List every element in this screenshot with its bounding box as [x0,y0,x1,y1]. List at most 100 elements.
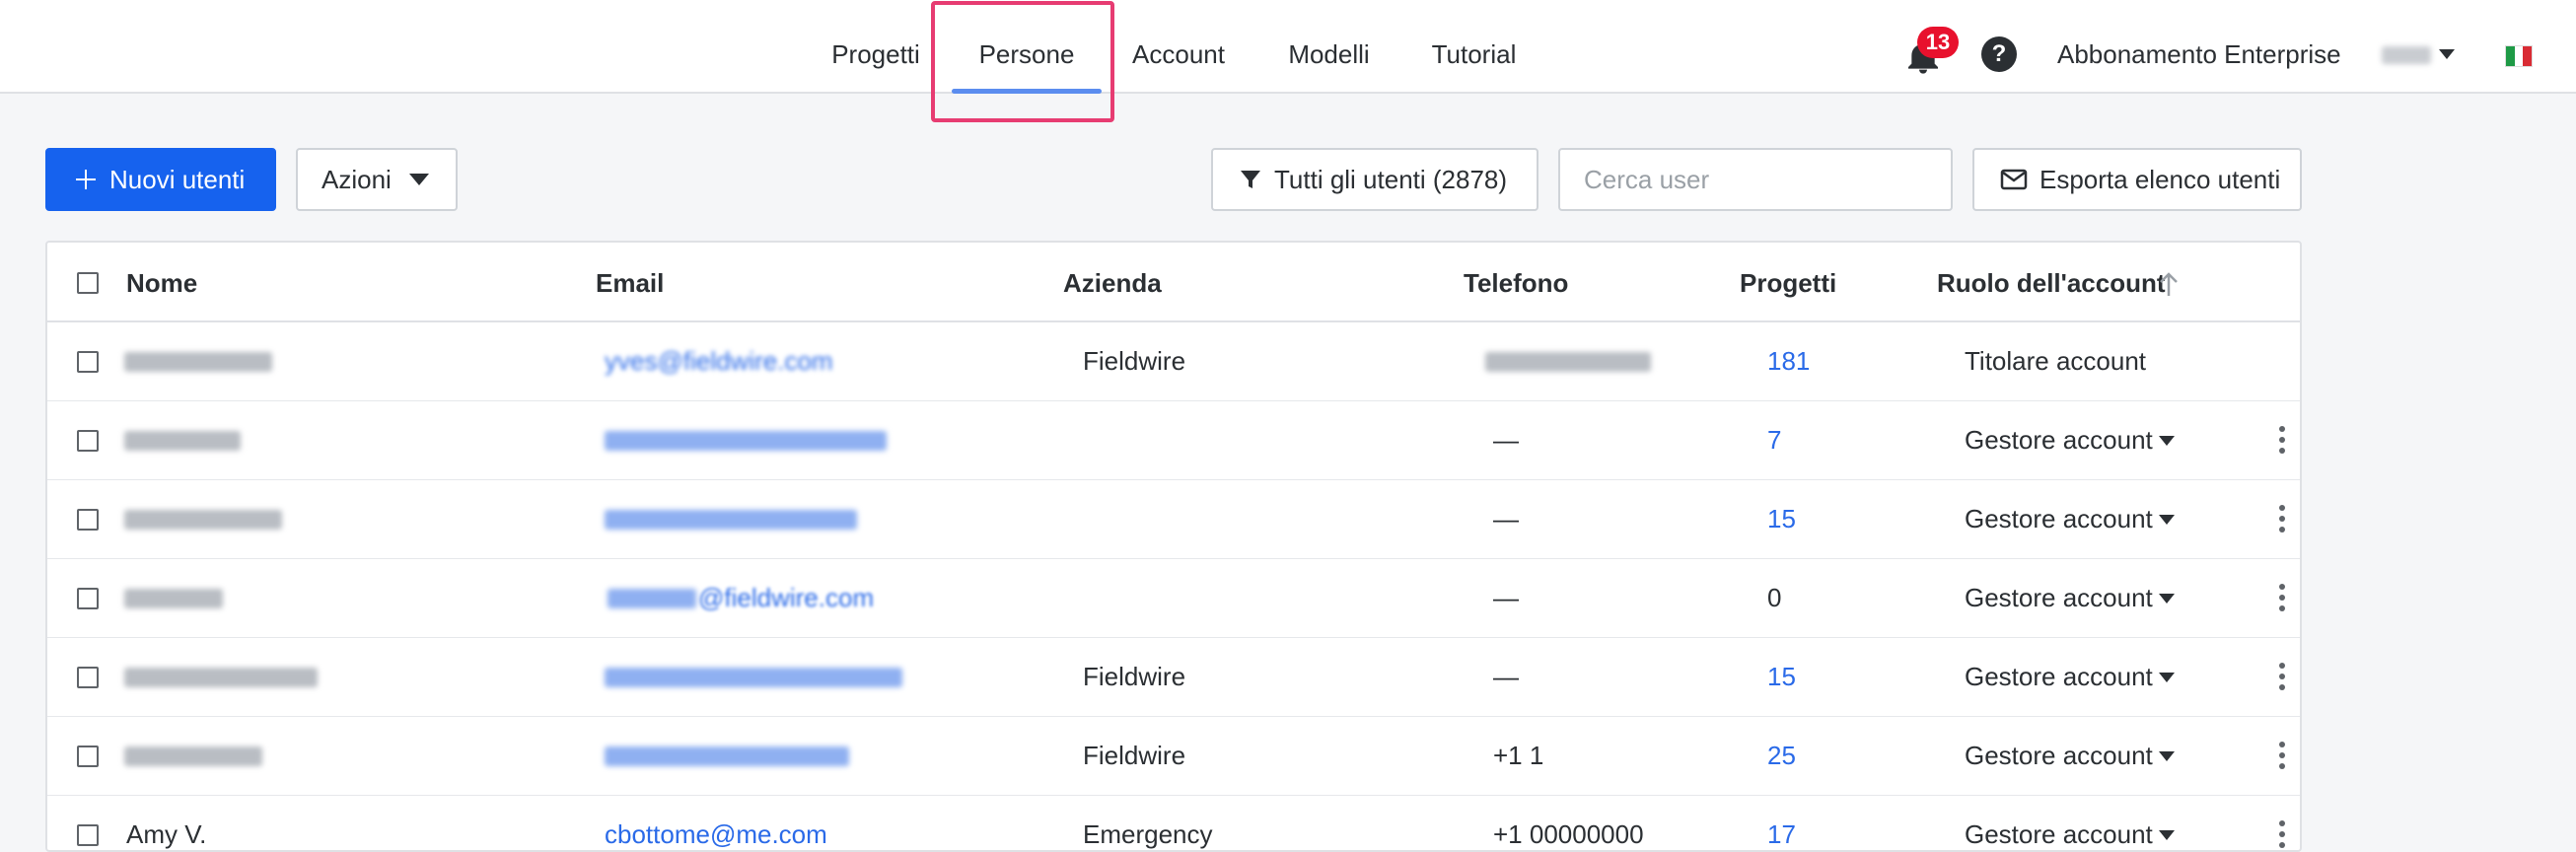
user-email[interactable]: cbottome@me.com [605,819,827,850]
user-phone: — [1493,662,1519,691]
row-actions-kebab-icon[interactable] [2272,502,2292,537]
filter-icon [1241,171,1260,188]
user-name-redacted [124,352,272,372]
active-tab-indicator [952,89,1102,94]
table-row[interactable]: Amy V. cbottome@me.com Emergency +1 0000… [47,796,2300,850]
tab-account[interactable]: Account [1129,0,1228,94]
tab-label: Progetti [831,39,920,69]
role-label: Gestore account [1965,425,2153,455]
table-row[interactable]: Fieldwire +1 1 25 Gestore account [47,717,2300,796]
role-label: Titolare account [1965,346,2147,376]
table-row[interactable]: — 15 Gestore account [47,480,2300,559]
tab-modelli[interactable]: Modelli [1282,0,1376,94]
user-projects-count: 0 [1767,583,1782,612]
table-row[interactable]: Fieldwire — 15 Gestore account [47,638,2300,717]
user-name-redacted [124,668,318,687]
row-checkbox[interactable] [77,667,99,688]
subscription-link[interactable]: Abbonamento Enterprise [2057,39,2341,70]
user-filter-button[interactable]: Tutti gli utenti (2878) [1211,148,1538,211]
user-projects-count[interactable]: 17 [1767,819,1796,850]
user-email-redacted[interactable] [605,510,857,530]
tab-label: Account [1132,39,1225,69]
caret-down-icon [2158,593,2175,604]
caret-down-icon [2158,435,2175,446]
tab-progetti[interactable]: Progetti [826,0,925,94]
users-table: Nome Email Azienda Telefono Progetti Ruo… [45,241,2302,852]
role-label: Gestore account [1965,662,2153,691]
user-projects-count[interactable]: 7 [1767,425,1781,456]
user-email[interactable]: yves@fieldwire.com [605,346,833,377]
tab-tutorial[interactable]: Tutorial [1427,0,1521,94]
user-projects-count[interactable]: 181 [1767,346,1810,377]
user-projects-count[interactable]: 15 [1767,662,1796,692]
table-row[interactable]: — 7 Gestore account [47,401,2300,480]
row-checkbox[interactable] [77,430,99,452]
role-label: Gestore account [1965,819,2153,849]
table-row[interactable]: @fieldwire.com — 0 Gestore account [47,559,2300,638]
column-header-role[interactable]: Ruolo dell'account [1937,268,2166,299]
help-icon[interactable]: ? [1981,36,2017,72]
user-menu[interactable] [2382,43,2456,67]
user-projects-count[interactable]: 15 [1767,504,1796,534]
user-phone: — [1493,583,1519,612]
new-users-label: Nuovi utenti [109,164,246,194]
new-users-button[interactable]: Nuovi utenti [45,148,276,211]
user-phone: +1 1 [1493,741,1544,770]
row-actions-kebab-icon[interactable] [2272,817,2292,850]
sort-up-icon[interactable] [2158,272,2180,296]
user-phone: — [1493,504,1519,533]
search-input[interactable] [1558,148,1953,211]
user-email[interactable]: @fieldwire.com [698,583,874,613]
role-label: Gestore account [1965,741,2153,770]
tab-persone[interactable]: Persone [952,0,1102,94]
select-all-checkbox[interactable] [77,272,99,294]
caret-down-icon [2158,829,2175,840]
caret-down-icon [2158,514,2175,525]
user-projects-count[interactable]: 25 [1767,741,1796,771]
role-dropdown[interactable]: Gestore account [1965,819,2175,850]
user-company: Emergency [1083,819,1213,849]
user-email-redacted[interactable] [605,431,887,451]
user-email-redacted[interactable] [605,668,902,687]
column-header-name[interactable]: Nome [126,268,197,299]
role-label: Gestore account [1965,504,2153,533]
row-checkbox[interactable] [77,509,99,531]
user-name-redacted [124,431,241,451]
role-dropdown[interactable]: Gestore account [1965,504,2175,534]
row-actions-kebab-icon[interactable] [2272,581,2292,616]
actions-label: Azioni [322,164,392,194]
user-email-redacted[interactable] [605,746,849,766]
column-header-phone[interactable]: Telefono [1464,268,1568,299]
row-checkbox[interactable] [77,824,99,846]
role-label: Gestore account [1965,583,2153,612]
role-dropdown[interactable]: Gestore account [1965,583,2175,613]
role-dropdown[interactable]: Gestore account [1965,425,2175,456]
column-header-email[interactable]: Email [596,268,664,299]
top-navigation-bar: Progetti Persone Account Modelli Tutoria… [0,0,2576,94]
notification-badge: 13 [1917,27,1959,58]
row-actions-kebab-icon[interactable] [2272,423,2292,459]
row-actions-kebab-icon[interactable] [2272,660,2292,695]
user-company: Fieldwire [1083,741,1186,770]
role-dropdown[interactable]: Gestore account [1965,662,2175,692]
export-users-button[interactable]: Esporta elenco utenti [1972,148,2302,211]
role-dropdown[interactable]: Gestore account [1965,741,2175,771]
user-phone-redacted [1485,352,1651,372]
row-checkbox[interactable] [77,746,99,767]
column-header-projects[interactable]: Progetti [1740,268,1836,299]
row-checkbox[interactable] [77,351,99,373]
user-name-redacted [124,589,223,608]
row-checkbox[interactable] [77,588,99,609]
column-header-company[interactable]: Azienda [1063,268,1162,299]
italy-flag-icon[interactable] [2505,45,2533,67]
user-email-redacted[interactable] [608,589,696,608]
tab-label: Modelli [1288,39,1370,69]
export-label: Esporta elenco utenti [2039,164,2281,194]
table-row[interactable]: yves@fieldwire.com Fieldwire 181 Titolar… [47,322,2300,401]
caret-down-icon [2158,750,2175,761]
user-company: Fieldwire [1083,662,1186,691]
caret-down-icon [2158,672,2175,682]
actions-dropdown[interactable]: Azioni [296,148,458,211]
plus-icon [76,170,96,189]
row-actions-kebab-icon[interactable] [2272,739,2292,774]
